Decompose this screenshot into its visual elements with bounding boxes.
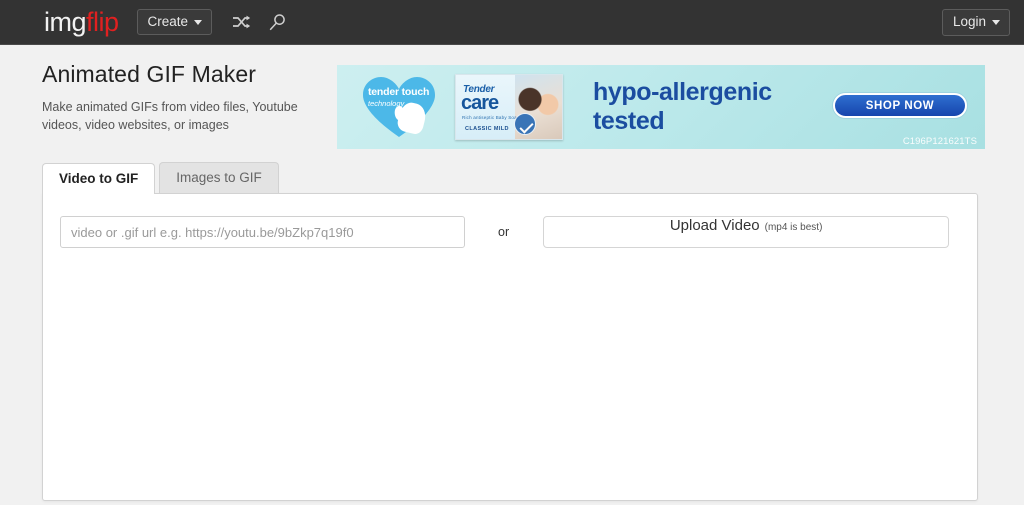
tab-bar: Video to GIF Images to GIF (42, 162, 1024, 194)
upload-video-note: (mp4 is best) (764, 222, 823, 233)
advertisement-headline-line2: tested (593, 107, 665, 135)
video-url-input[interactable] (60, 216, 465, 248)
logo-text-img: img (44, 6, 87, 37)
page-content: Animated GIF Maker Make animated GIFs fr… (0, 45, 1024, 501)
heart-label: tender touch technology (368, 87, 430, 107)
search-icon[interactable] (269, 13, 286, 31)
login-button-label: Login (952, 14, 986, 29)
page-subtitle: Make animated GIFs from video files, You… (42, 99, 298, 132)
tab-video-to-gif[interactable]: Video to GIF (42, 163, 156, 194)
chevron-down-icon (992, 19, 1000, 25)
product-tagline: Rich antiseptic Baby Soap (462, 115, 520, 120)
tab-images-to-gif[interactable]: Images to GIF (159, 162, 279, 193)
imgflip-logo[interactable]: imgflip (44, 6, 119, 37)
shop-now-button[interactable]: SHOP NOW (833, 93, 967, 118)
video-source-row: or Upload Video (mp4 is best) (43, 194, 977, 248)
upload-video-button[interactable]: Upload Video (mp4 is best) (543, 216, 950, 248)
page-title: Animated GIF Maker (42, 61, 256, 87)
title-block: Animated GIF Maker Make animated GIFs fr… (42, 61, 337, 134)
create-button[interactable]: Create (136, 8, 213, 36)
product-box-image: Tender care Rich antiseptic Baby Soap CL… (455, 74, 563, 140)
chevron-down-icon (194, 19, 203, 25)
tender-touch-heart-icon: tender touch technology (359, 71, 443, 143)
seal-check-icon (514, 113, 536, 135)
product-variant: CLASSIC MILD (465, 126, 509, 132)
shuffle-icon[interactable] (232, 15, 251, 29)
advertisement-headline-line1: hypo-allergenic (593, 77, 772, 106)
product-brand-main: care (461, 92, 499, 114)
advertisement-code: C196P121621TS (902, 136, 977, 147)
header-row: Animated GIF Maker Make animated GIFs fr… (42, 45, 1024, 149)
create-button-label: Create (147, 13, 189, 29)
or-label: or (498, 225, 510, 239)
heart-label-line1: tender touch (368, 86, 430, 98)
advertisement-headline: hypo-allergenic tested (593, 78, 772, 137)
advertisement-banner[interactable]: tender touch technology Tender care Rich… (337, 65, 985, 149)
top-navigation-bar: imgflip Create Login (0, 0, 1024, 45)
logo-text-flip: flip (86, 6, 119, 37)
upload-video-label: Upload Video (669, 217, 760, 234)
login-button[interactable]: Login (941, 9, 1010, 36)
gif-maker-panel: or Upload Video (mp4 is best) (42, 193, 978, 501)
tab-video-to-gif-label: Video to GIF (59, 170, 139, 186)
tab-images-to-gif-label: Images to GIF (176, 170, 262, 186)
